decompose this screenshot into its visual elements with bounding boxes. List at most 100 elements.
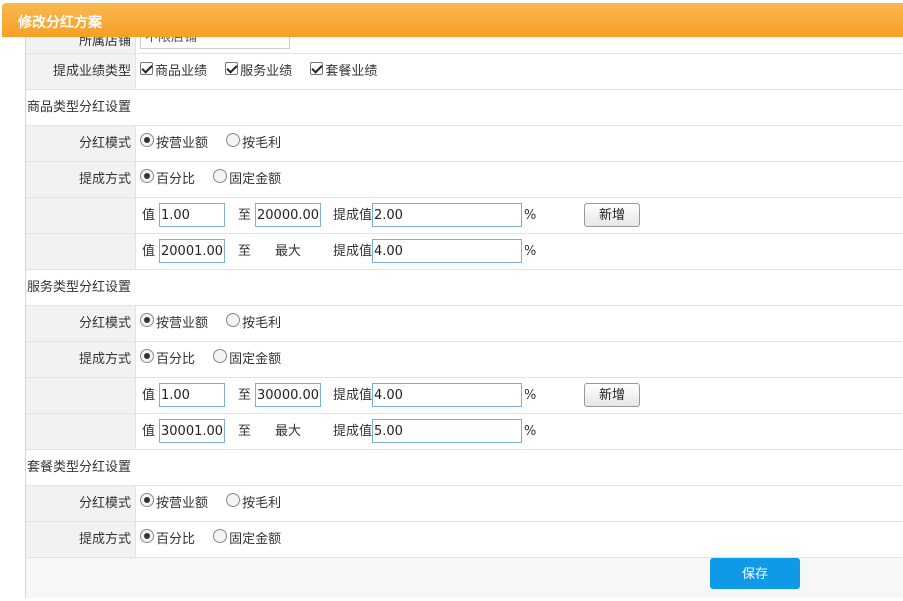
radio-selected-icon[interactable]	[140, 529, 154, 543]
max-label: 最大	[275, 424, 302, 439]
radio-icon[interactable]	[213, 349, 228, 363]
package-mode-row: 分红模式 按营业额 按毛利	[26, 486, 903, 522]
radio-selected-icon[interactable]	[140, 493, 154, 507]
max-label: 最大	[275, 244, 302, 259]
perf-type-label: 提成业绩类型	[26, 54, 136, 89]
package-method-label: 提成方式	[26, 522, 136, 557]
perf-option-service[interactable]: 服务业绩	[225, 54, 292, 89]
service-mode-row: 分红模式 按营业额 按毛利	[26, 306, 903, 342]
service-method-percent[interactable]: 百分比	[140, 342, 195, 377]
value-label: 值	[142, 424, 156, 439]
service-tier-row-2: 值 至 最大 提成值 %	[26, 414, 903, 450]
store-row: 所属店铺 不限店铺	[26, 37, 903, 54]
goods-tier2-value-input[interactable]	[372, 239, 522, 263]
checkbox-checked-icon[interactable]	[140, 62, 153, 75]
package-mode-options: 按营业额 按毛利	[140, 486, 295, 521]
service-tier2-value-input[interactable]	[372, 419, 522, 443]
store-label: 所属店铺	[26, 37, 136, 53]
commission-label: 提成值	[333, 244, 373, 259]
package-mode-gross-profit[interactable]: 按毛利	[226, 486, 281, 521]
value-label: 值	[142, 388, 156, 403]
radio-icon[interactable]	[213, 529, 228, 543]
commission-label: 提成值	[333, 388, 373, 403]
percent-unit: %	[524, 388, 537, 403]
goods-tier-row-2: 值 至 最大 提成值 %	[26, 234, 903, 270]
radio-selected-icon[interactable]	[140, 169, 154, 183]
package-section-header: 套餐类型分红设置	[26, 450, 903, 486]
goods-mode-revenue[interactable]: 按营业额	[140, 126, 208, 161]
package-method-fixed[interactable]: 固定金额	[213, 522, 281, 557]
radio-icon[interactable]	[213, 169, 228, 183]
radio-icon[interactable]	[226, 133, 241, 147]
form-rows: 所属店铺 不限店铺 提成业绩类型 商品业绩 服务业绩 套餐业绩 商品类型分红设置…	[26, 37, 903, 557]
radio-icon[interactable]	[226, 313, 241, 327]
dialog-footer: 保存	[26, 557, 903, 598]
service-method-label: 提成方式	[26, 342, 136, 377]
service-tier-row-1: 值 至 提成值 % 新增	[26, 378, 903, 414]
service-tier2-from-input[interactable]	[159, 419, 225, 443]
to-label: 至	[238, 388, 252, 403]
goods-tier1-value-input[interactable]	[372, 203, 522, 227]
package-mode-revenue[interactable]: 按营业额	[140, 486, 208, 521]
tier-label-empty	[26, 378, 136, 413]
value-label: 值	[142, 244, 156, 259]
service-mode-gross-profit[interactable]: 按毛利	[226, 306, 281, 341]
tier-label-empty	[26, 198, 136, 233]
goods-tier1-to-input[interactable]	[255, 203, 321, 227]
service-section-title: 服务类型分红设置	[27, 280, 132, 295]
goods-method-fixed[interactable]: 固定金额	[213, 162, 281, 197]
goods-section-header: 商品类型分红设置	[26, 90, 903, 126]
service-mode-revenue[interactable]: 按营业额	[140, 306, 208, 341]
package-method-options: 百分比 固定金额	[140, 522, 295, 557]
perf-type-row: 提成业绩类型 商品业绩 服务业绩 套餐业绩	[26, 54, 903, 90]
radio-selected-icon[interactable]	[140, 313, 154, 327]
perf-type-options: 商品业绩 服务业绩 套餐业绩	[140, 54, 391, 89]
service-section-header: 服务类型分红设置	[26, 270, 903, 306]
service-add-tier-button[interactable]: 新增	[584, 383, 640, 407]
service-tier1-to-input[interactable]	[255, 383, 321, 407]
tier-label-empty	[26, 414, 136, 449]
package-method-percent[interactable]: 百分比	[140, 522, 195, 557]
service-tier1-from-input[interactable]	[159, 383, 225, 407]
radio-icon[interactable]	[226, 493, 241, 507]
service-method-options: 百分比 固定金额	[140, 342, 295, 377]
radio-selected-icon[interactable]	[140, 133, 154, 147]
to-label: 至	[238, 208, 252, 223]
dialog-title-bar: 修改分红方案	[2, 3, 903, 37]
save-button[interactable]: 保存	[710, 558, 800, 589]
goods-tier1-from-input[interactable]	[159, 203, 225, 227]
goods-section-title: 商品类型分红设置	[27, 100, 132, 115]
goods-mode-label: 分红模式	[26, 126, 136, 161]
goods-mode-row: 分红模式 按营业额 按毛利	[26, 126, 903, 162]
goods-tier2-from-input[interactable]	[159, 239, 225, 263]
goods-mode-gross-profit[interactable]: 按毛利	[226, 126, 281, 161]
service-tier1-value-input[interactable]	[372, 383, 522, 407]
to-label: 至	[238, 244, 252, 259]
service-mode-label: 分红模式	[26, 306, 136, 341]
perf-option-goods[interactable]: 商品业绩	[140, 54, 207, 89]
goods-mode-options: 按营业额 按毛利	[140, 126, 295, 161]
commission-label: 提成值	[333, 424, 373, 439]
perf-option-package[interactable]: 套餐业绩	[310, 54, 377, 89]
package-section-title: 套餐类型分红设置	[27, 460, 132, 475]
radio-selected-icon[interactable]	[140, 349, 154, 363]
percent-unit: %	[524, 244, 537, 259]
service-mode-options: 按营业额 按毛利	[140, 306, 295, 341]
checkbox-checked-icon[interactable]	[225, 62, 239, 75]
service-method-row: 提成方式 百分比 固定金额	[26, 342, 903, 378]
goods-tier-row-1: 值 至 提成值 % 新增	[26, 198, 903, 234]
checkbox-checked-icon[interactable]	[310, 62, 324, 75]
store-select[interactable]: 不限店铺	[140, 37, 290, 49]
package-mode-label: 分红模式	[26, 486, 136, 521]
tier-label-empty	[26, 234, 136, 269]
goods-method-percent[interactable]: 百分比	[140, 162, 195, 197]
service-method-fixed[interactable]: 固定金额	[213, 342, 281, 377]
goods-method-row: 提成方式 百分比 固定金额	[26, 162, 903, 198]
goods-method-label: 提成方式	[26, 162, 136, 197]
goods-method-options: 百分比 固定金额	[140, 162, 295, 197]
goods-add-tier-button[interactable]: 新增	[584, 203, 640, 227]
dialog-body: 所属店铺 不限店铺 提成业绩类型 商品业绩 服务业绩 套餐业绩 商品类型分红设置…	[25, 37, 903, 598]
form-scroll-area[interactable]: 所属店铺 不限店铺 提成业绩类型 商品业绩 服务业绩 套餐业绩 商品类型分红设置…	[26, 37, 903, 557]
value-label: 值	[142, 208, 156, 223]
to-label: 至	[238, 424, 252, 439]
